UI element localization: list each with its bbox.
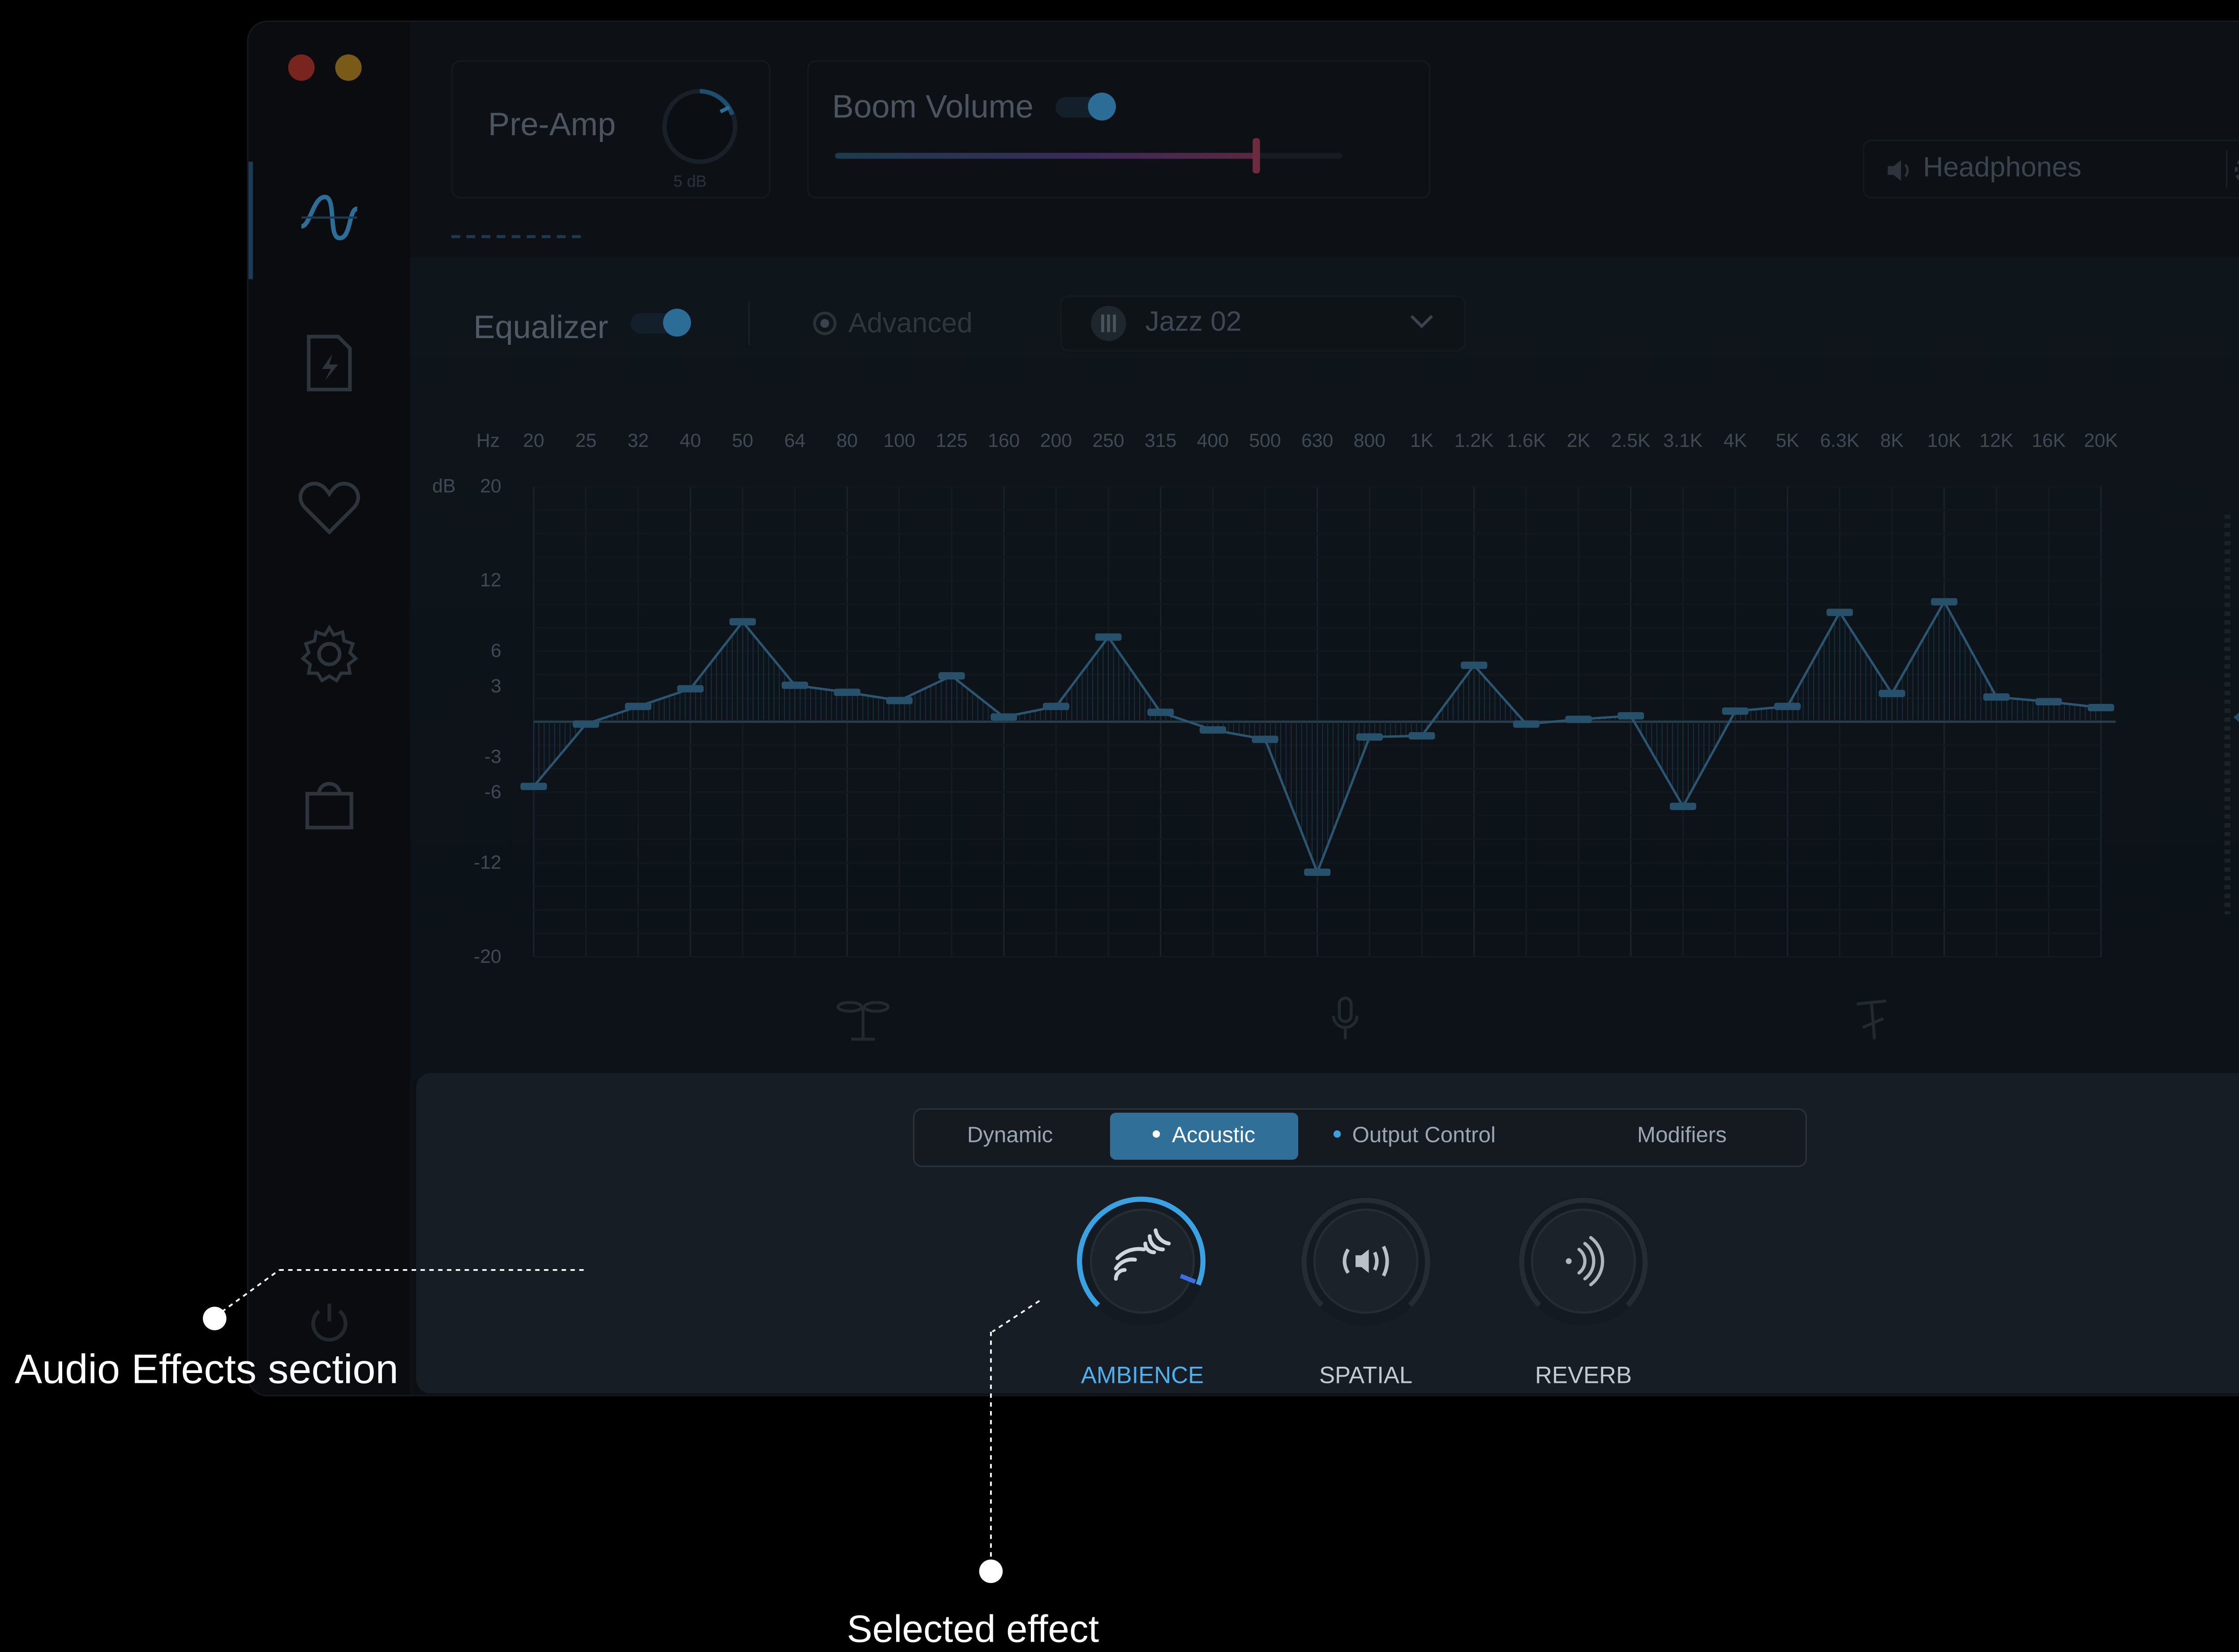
selected-effect-callout: Selected effect: [847, 1606, 1099, 1651]
callout-lines: [203, 1269, 1040, 1583]
audio-effects-callout: Audio Effects section: [14, 1346, 399, 1392]
